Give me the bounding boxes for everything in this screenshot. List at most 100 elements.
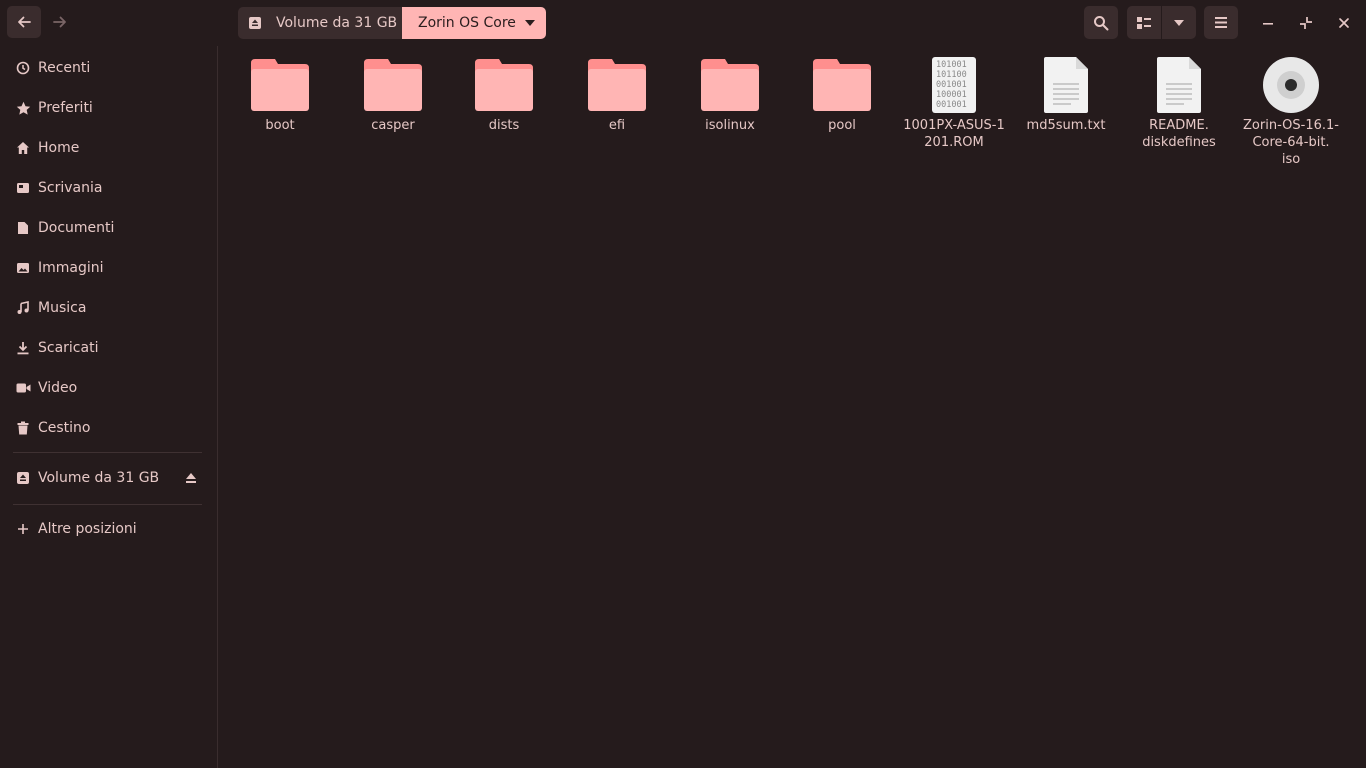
sidebar-separator [13, 452, 202, 453]
sidebar-item-label: Documenti [38, 220, 115, 236]
sidebar-item-cestino[interactable]: Cestino [0, 408, 218, 448]
breadcrumb-current-label: Zorin OS Core [418, 15, 516, 31]
svg-text:001001: 001001 [936, 80, 967, 90]
text-file-icon [1150, 56, 1208, 114]
file-name: 1001PX-ASUS-1201.ROM [903, 118, 1005, 150]
file-item-casper[interactable]: casper [337, 56, 449, 134]
file-view[interactable]: boot casper dists efi isolinux pool 1010… [219, 46, 1366, 768]
clock-icon [15, 60, 31, 76]
folder-icon [813, 56, 871, 114]
restore-button[interactable] [1290, 6, 1322, 39]
sidebar-item-scrivania[interactable]: Scrivania [0, 168, 218, 208]
drive-icon [249, 17, 261, 29]
sidebar-item-altre-posizioni[interactable]: Altre posizioni [0, 509, 218, 549]
sidebar-item-label: Altre posizioni [38, 521, 137, 537]
sidebar-item-volume[interactable]: Volume da 31 GB [0, 458, 218, 498]
sidebar-item-recenti[interactable]: Recenti [0, 48, 218, 88]
folder-icon [588, 56, 646, 114]
sidebar-item-label: Volume da 31 GB [38, 470, 160, 486]
file-name: efi [608, 118, 626, 133]
text-file-icon [1037, 56, 1095, 114]
sidebar-item-label: Video [38, 380, 78, 396]
file-item-rom[interactable]: 101001 101100 001001 100001 001001 1001P… [898, 56, 1010, 151]
sidebar-item-immagini[interactable]: Immagini [0, 248, 218, 288]
folder-icon [364, 56, 422, 114]
file-item-readme[interactable]: README. diskdefines [1123, 56, 1235, 151]
sidebar-separator [13, 504, 202, 505]
download-icon [15, 340, 31, 356]
eject-icon[interactable] [184, 471, 198, 485]
drive-icon [15, 470, 31, 486]
folder-icon [475, 56, 533, 114]
search-button[interactable] [1084, 6, 1118, 39]
sidebar-item-musica[interactable]: Musica [0, 288, 218, 328]
folder-icon [701, 56, 759, 114]
caret-down-icon [525, 20, 535, 26]
minimize-icon [1263, 22, 1273, 25]
file-name: Zorin-OS-16.1-Core-64-bit. iso [1243, 118, 1339, 167]
trash-icon [15, 420, 31, 436]
breadcrumb-root-label: Volume da 31 GB [276, 15, 398, 31]
sidebar-item-label: Immagini [38, 260, 104, 276]
search-icon [1094, 15, 1109, 30]
view-options-button[interactable] [1162, 6, 1196, 39]
file-name: dists [488, 118, 520, 133]
close-button[interactable] [1328, 6, 1360, 39]
restore-icon [1300, 16, 1312, 29]
file-name: boot [265, 118, 295, 133]
file-item-boot[interactable]: boot [224, 56, 336, 134]
file-item-dists[interactable]: dists [448, 56, 560, 134]
file-name: isolinux [705, 118, 755, 133]
file-item-pool[interactable]: pool [786, 56, 898, 134]
arrow-left-icon [18, 16, 31, 28]
svg-text:100001: 100001 [936, 90, 967, 100]
arrow-right-icon [53, 16, 66, 28]
breadcrumb-root-button[interactable]: Volume da 31 GB [238, 7, 402, 39]
desktop-icon [15, 180, 31, 196]
home-icon [15, 140, 31, 156]
caret-down-icon [1174, 19, 1184, 26]
document-icon [15, 220, 31, 236]
file-name: pool [828, 118, 856, 133]
sidebar-item-label: Home [38, 140, 80, 156]
binary-file-icon: 101001 101100 001001 100001 001001 [925, 56, 983, 114]
header-bar: Volume da 31 GB Zorin OS Core [0, 0, 1366, 46]
breadcrumb-menu-button[interactable] [514, 7, 546, 39]
file-item-isolinux[interactable]: isolinux [674, 56, 786, 134]
folder-icon [251, 56, 309, 114]
back-button[interactable] [7, 6, 41, 38]
breadcrumb-current-button[interactable]: Zorin OS Core [402, 7, 546, 39]
file-item-iso[interactable]: Zorin-OS-16.1-Core-64-bit. iso [1235, 56, 1347, 168]
video-icon [15, 380, 31, 396]
sidebar-item-preferiti[interactable]: Preferiti [0, 88, 218, 128]
forward-button[interactable] [43, 6, 77, 38]
file-name: casper [371, 118, 415, 133]
sidebar-item-label: Recenti [38, 60, 91, 76]
svg-text:001001: 001001 [936, 100, 967, 110]
svg-text:101001: 101001 [936, 60, 967, 70]
file-item-md5sum[interactable]: md5sum.txt [1010, 56, 1122, 134]
sidebar-item-label: Scrivania [38, 180, 103, 196]
disc-image-icon [1262, 56, 1320, 114]
svg-text:101100: 101100 [936, 70, 967, 80]
sidebar-item-documenti[interactable]: Documenti [0, 208, 218, 248]
sidebar-item-label: Preferiti [38, 100, 93, 116]
sidebar: Recenti Preferiti Home Scrivania Documen… [0, 46, 218, 768]
file-name: md5sum.txt [1026, 118, 1106, 133]
sidebar-item-home[interactable]: Home [0, 128, 218, 168]
music-icon [15, 300, 31, 316]
file-name: README. diskdefines [1142, 118, 1216, 150]
list-view-icon [1137, 16, 1151, 29]
view-mode-button[interactable] [1127, 6, 1161, 39]
sidebar-item-scaricati[interactable]: Scaricati [0, 328, 218, 368]
close-icon [1339, 17, 1349, 28]
sidebar-item-label: Musica [38, 300, 87, 316]
sidebar-item-label: Cestino [38, 420, 91, 436]
plus-icon [15, 521, 31, 537]
main-menu-button[interactable] [1204, 6, 1238, 39]
file-item-efi[interactable]: efi [561, 56, 673, 134]
star-icon [15, 100, 31, 116]
sidebar-item-video[interactable]: Video [0, 368, 218, 408]
image-icon [15, 260, 31, 276]
minimize-button[interactable] [1252, 6, 1284, 39]
